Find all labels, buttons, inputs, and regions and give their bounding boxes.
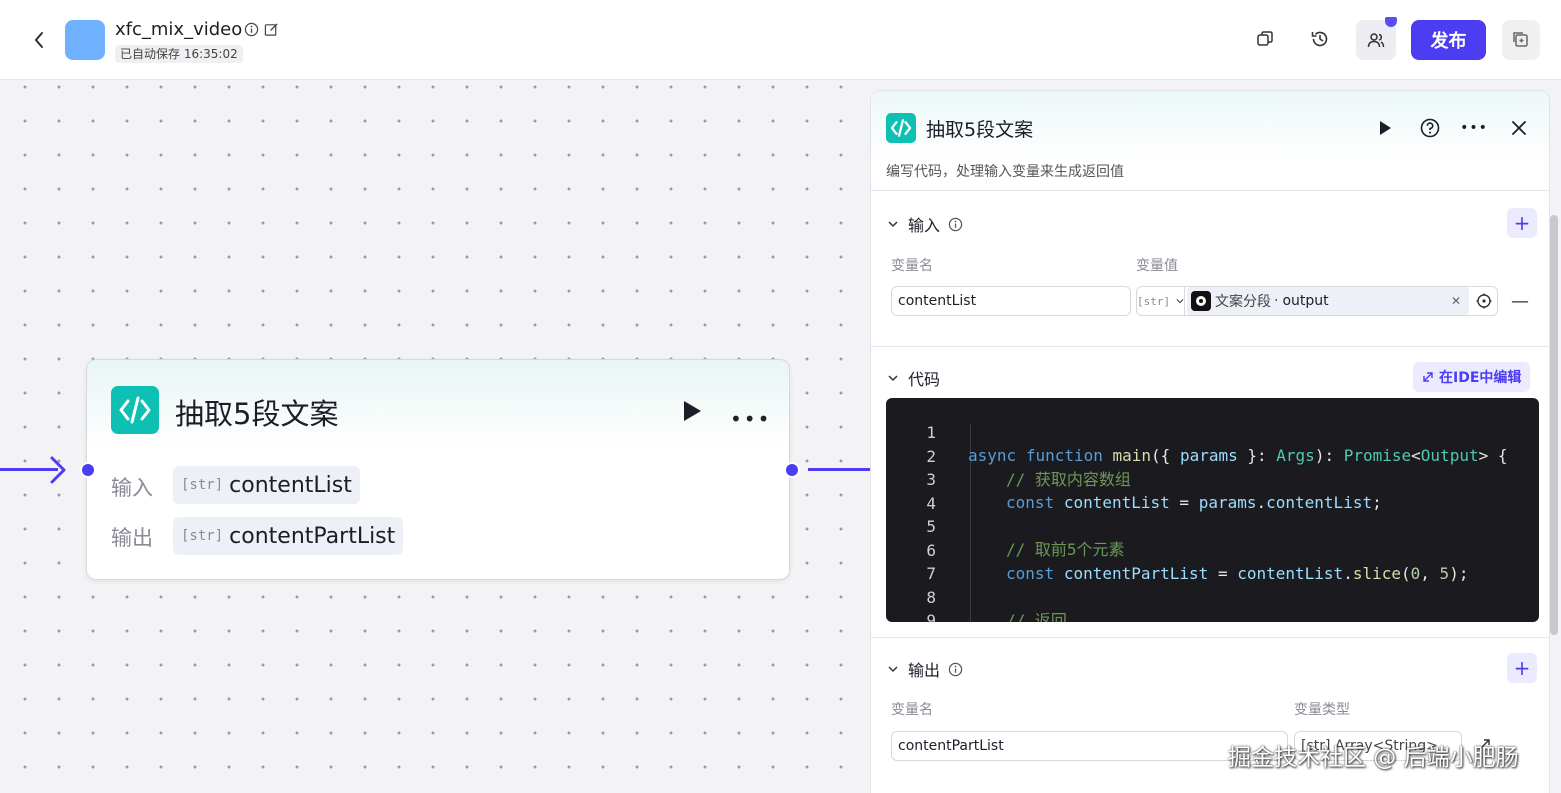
premium-badge [1385,17,1397,27]
code-line: 7 [886,539,1539,583]
app-name: xfc_mix_video [115,19,243,40]
run-icon[interactable] [1374,117,1396,139]
node-output-label: 输出 [111,526,153,550]
node-input-port[interactable] [80,462,96,478]
code-node[interactable]: 抽取5段文案 ••• 输入 [str] contentList 输出 [str]… [86,359,790,580]
close-icon[interactable] [1508,117,1530,139]
help-icon[interactable] [1419,117,1441,139]
chevron-down-icon [888,666,898,673]
node-title: 抽取5段文案 [175,397,339,431]
node-output-chip: [str] contentPartList [173,517,404,555]
chevron-down-icon [888,221,898,228]
code-line: 3 const contentList = params.contentList… [886,445,1539,512]
panel-description: 编写代码，处理输入变量来生成返回值 [886,164,1124,180]
type-select[interactable]: [str] [1137,287,1185,315]
code-line: 6 const contentPartList = contentList.sl… [886,516,1539,583]
app-avatar [65,20,105,60]
variable-reference-chip: 文案分段 · output ✕ [1187,287,1469,315]
ref-output: output [1282,293,1329,309]
copy-icon[interactable] [1252,26,1278,52]
code-line: 9 return { contentPartList }; [886,586,1539,622]
code-line: 1 async function main({ params }: Args):… [886,398,1539,465]
edge-arrow-icon [50,456,66,484]
edit-in-ide-button[interactable]: 在IDE中编辑 [1413,362,1531,392]
node-output-port[interactable] [784,462,800,478]
panel-scrollbar[interactable] [1550,215,1558,635]
watermark: 掘金技术社区 @ 后端小肥肠 [1228,745,1519,771]
input-var-name-field[interactable]: contentList [891,286,1131,316]
edge-outgoing [808,468,870,471]
node-input-var: contentList [229,472,352,498]
code-section-title: 代码 [908,370,941,389]
input-section-title: 输入 [908,216,941,235]
input-col-value: 变量值 [1136,258,1178,274]
input-col-name: 变量名 [891,258,933,274]
users-icon [1367,33,1385,48]
string-type-tag: [str] [1137,294,1171,308]
target-icon[interactable] [1471,293,1497,309]
code-line: 5 // 取前5个元素 [886,492,1539,559]
info-icon[interactable] [948,217,963,232]
remove-input-button[interactable]: — [1511,291,1529,312]
info-icon[interactable] [244,22,259,41]
top-bar: xfc_mix_video 已自动保存 16:35:02 发布 [0,0,1561,80]
add-input-button[interactable]: + [1507,208,1537,238]
back-icon[interactable] [28,28,50,52]
play-icon[interactable] [681,399,703,427]
chevron-down-icon [888,375,898,382]
output-col-name: 变量名 [891,702,933,718]
node-logo-icon [1191,291,1211,311]
code-line: 8 // 返回 [886,563,1539,623]
divider [871,346,1549,347]
code-line: 4 [886,469,1539,513]
node-input-label: 输入 [111,476,153,500]
code-editor[interactable]: 1 async function main({ params }: Args):… [886,398,1539,622]
output-col-type: 变量类型 [1294,702,1350,718]
chevron-down-icon [1176,299,1184,304]
more-icon[interactable]: ••• [1460,117,1487,139]
history-icon[interactable] [1307,26,1333,52]
code-icon [886,113,916,143]
output-section-title: 输出 [908,661,941,680]
string-type-tag: [str] [181,477,224,493]
ref-separator: · [1274,293,1279,309]
panel-title: 抽取5段文案 [926,119,1034,141]
autosave-status: 已自动保存 16:35:02 [115,45,243,63]
duplicate-icon[interactable] [1502,20,1540,60]
input-value-field[interactable]: [str] 文案分段 · output ✕ [1136,286,1498,316]
code-line: 2 // 获取内容数组 [886,422,1539,489]
info-icon[interactable] [948,662,963,677]
clear-icon[interactable]: ✕ [1451,294,1461,308]
node-config-panel: 抽取5段文案 ••• 编写代码，处理输入变量来生成返回值 输入 + 变量名 变量… [870,90,1550,793]
expand-icon [1423,372,1433,382]
code-icon [111,386,159,434]
edit-in-ide-label: 在IDE中编辑 [1439,370,1522,386]
code-comment: // 返回 [1006,610,1067,623]
publish-button[interactable]: 发布 [1411,20,1486,60]
collaborators-button[interactable] [1356,17,1397,60]
input-section-header[interactable]: 输入 [886,212,963,236]
line-number: 9 [926,611,936,622]
panel-header: 抽取5段文案 ••• 编写代码，处理输入变量来生成返回值 [871,91,1549,191]
string-type-tag: [str] [181,528,224,544]
ref-source: 文案分段 [1215,294,1271,310]
divider [871,637,1549,638]
node-output-var: contentPartList [229,523,396,549]
output-section-header[interactable]: 输出 [886,657,963,681]
edit-icon[interactable] [264,22,279,41]
add-output-button[interactable]: + [1507,653,1537,683]
code-section-header[interactable]: 代码 [886,366,940,390]
more-icon[interactable]: ••• [730,407,771,431]
node-input-chip: [str] contentList [173,466,360,504]
